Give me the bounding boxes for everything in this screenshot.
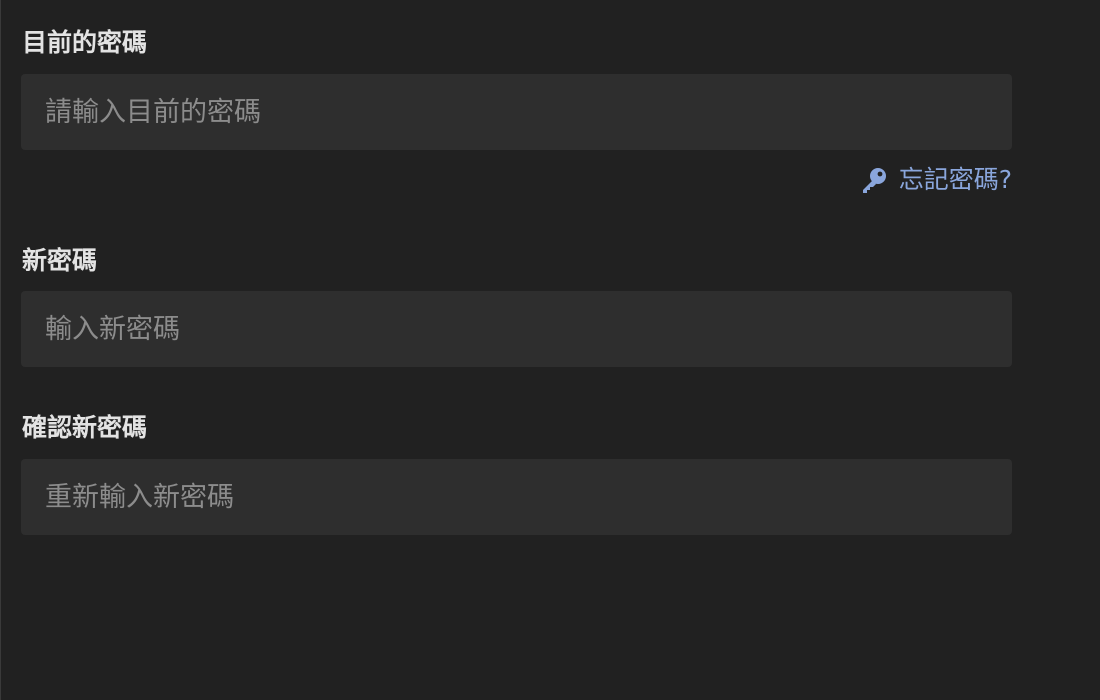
current-password-input[interactable] xyxy=(21,74,1012,150)
new-password-label: 新密碼 xyxy=(22,246,98,275)
new-password-input[interactable] xyxy=(21,291,1012,367)
forgot-password-link[interactable]: 忘記密碼? xyxy=(859,163,1012,197)
confirm-password-input[interactable] xyxy=(21,459,1012,535)
current-password-label: 目前的密碼 xyxy=(22,28,148,57)
confirm-password-label: 確認新密碼 xyxy=(22,413,148,442)
forgot-password-label: 忘記密碼? xyxy=(898,165,1012,194)
key-icon xyxy=(859,165,889,195)
panel-left-border xyxy=(0,0,1,700)
